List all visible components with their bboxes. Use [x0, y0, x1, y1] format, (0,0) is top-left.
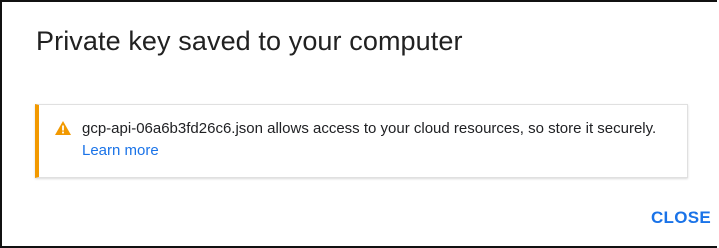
warning-text: gcp-api-06a6b3fd26c6.json allows access …	[82, 120, 657, 137]
key-saved-dialog: Private key saved to your computer gcp-a…	[0, 0, 717, 248]
warning-callout: gcp-api-06a6b3fd26c6.json allows access …	[35, 104, 688, 178]
close-button[interactable]: CLOSE	[651, 208, 711, 228]
dialog-title: Private key saved to your computer	[36, 26, 463, 56]
learn-more-link[interactable]: Learn more	[82, 142, 159, 159]
warning-message: gcp-api-06a6b3fd26c6.json allows access …	[82, 118, 672, 162]
warning-icon	[55, 121, 71, 135]
